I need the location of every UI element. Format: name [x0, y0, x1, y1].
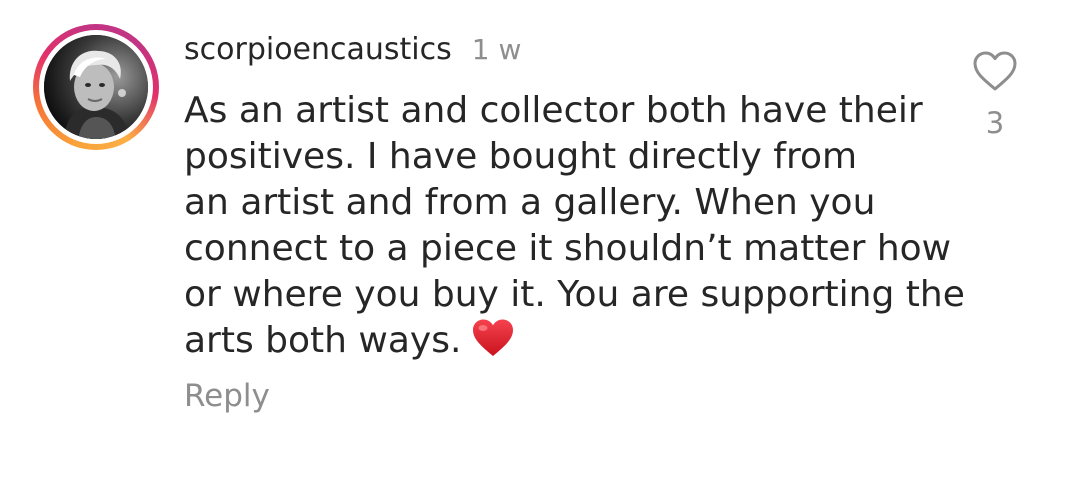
avatar[interactable] — [44, 35, 148, 139]
red-heart-emoji-icon — [473, 319, 514, 356]
reply-button[interactable]: Reply — [184, 378, 270, 414]
heart-outline-icon[interactable] — [972, 50, 1018, 92]
comment-text-line: arts both ways. — [184, 320, 462, 361]
comment-text-line: or where you buy it. You are supporting … — [184, 274, 965, 315]
avatar-photo — [44, 35, 148, 139]
comment-text-line: an artist and from a gallery. When you — [184, 182, 876, 223]
comment-header: scorpioencaustics 1 w — [184, 32, 521, 72]
comment-text-line: connect to a piece it shouldn’t matter h… — [184, 228, 952, 269]
comment-text: As an artist and collector both have the… — [184, 88, 965, 364]
story-ring[interactable] — [33, 24, 159, 150]
comment-text-line: positives. I have bought directly from — [184, 136, 858, 177]
timestamp: 1 w — [471, 33, 522, 66]
username-link[interactable]: scorpioencaustics — [184, 32, 452, 67]
like-count: 3 — [985, 106, 1005, 140]
comment-last-line: arts both ways. — [184, 318, 944, 364]
comment-item: scorpioencaustics 1 w As an artist and c… — [0, 0, 1080, 481]
comment-text-line: As an artist and collector both have the… — [184, 90, 923, 131]
